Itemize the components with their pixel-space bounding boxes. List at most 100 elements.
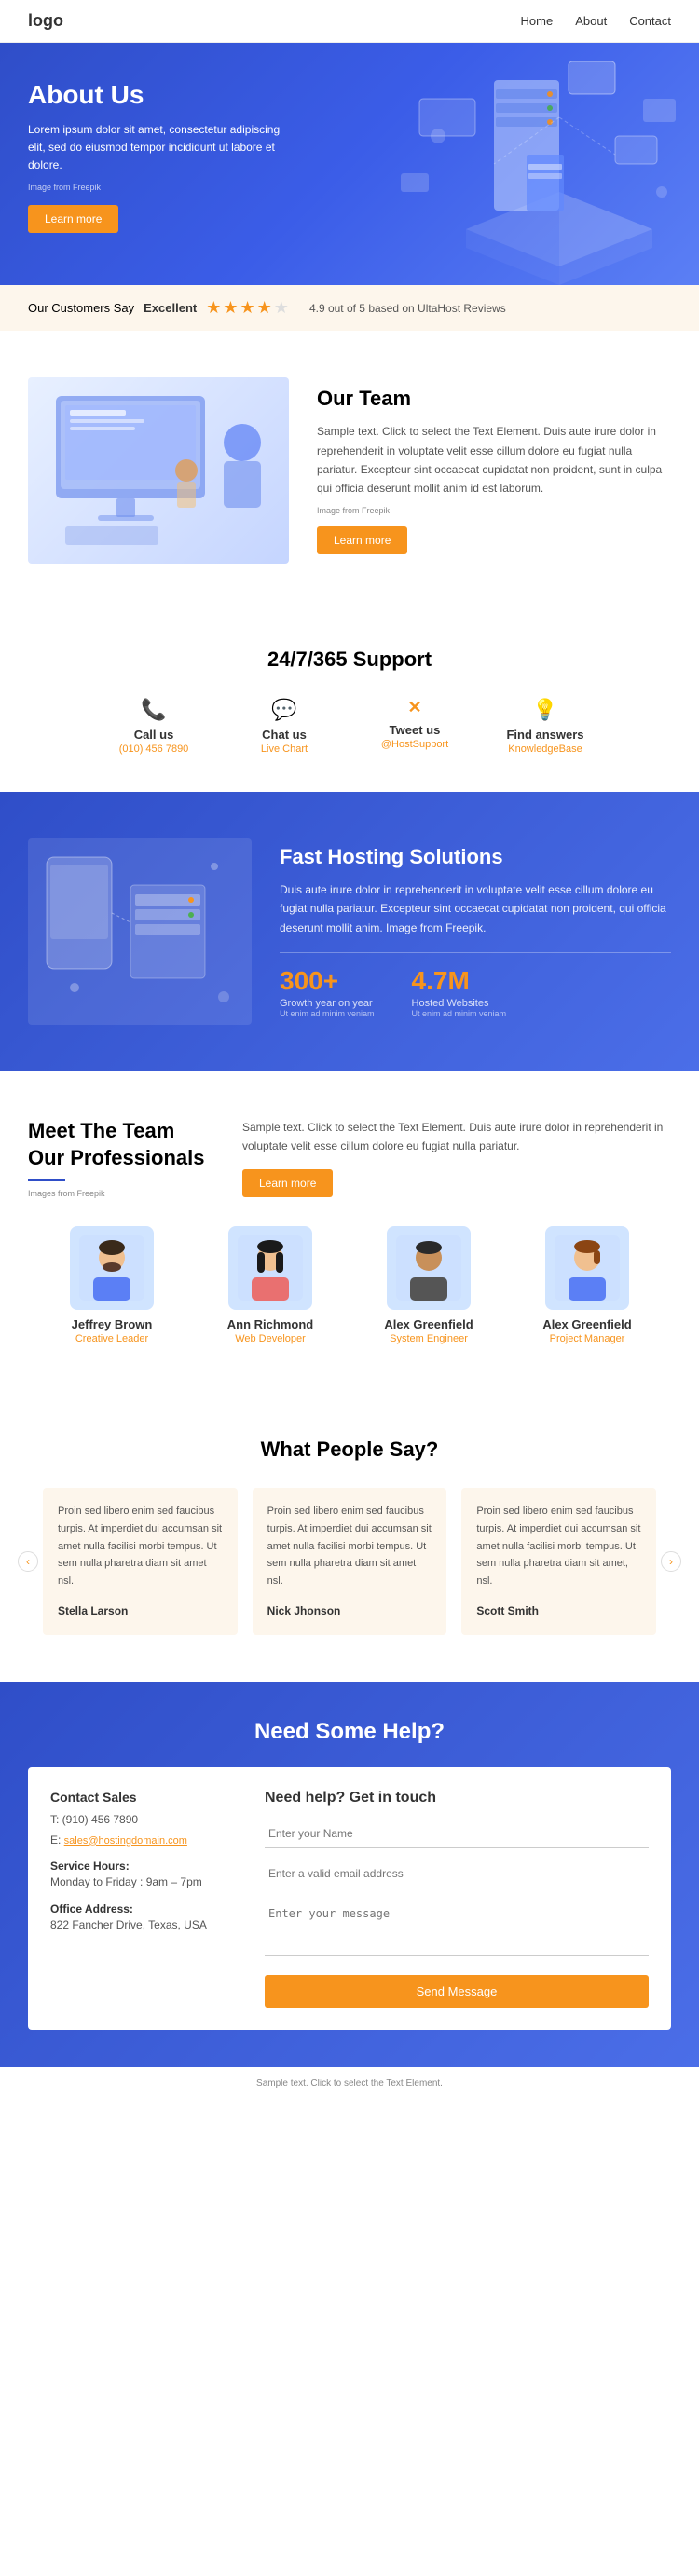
stat-growth-number: 300+ [280, 966, 375, 996]
testimonials-title: What People Say? [28, 1438, 671, 1462]
contact-phone: T: (910) 456 7890 [50, 1810, 237, 1831]
member-3-name: Alex Greenfield [359, 1317, 499, 1331]
team-img-credit: Image from Freepik [317, 506, 671, 515]
testimonial-cards: Proin sed libero enim sed faucibus turpi… [43, 1488, 656, 1635]
member-1-role: Creative Leader [42, 1333, 182, 1344]
contact-send-button[interactable]: Send Message [265, 1975, 649, 2008]
hosting-image [28, 838, 252, 1025]
meet-title: Meet The TeamOur Professionals [28, 1118, 214, 1171]
nav-contact[interactable]: Contact [629, 14, 671, 28]
testimonial-card-3: Proin sed libero enim sed faucibus turpi… [461, 1488, 656, 1635]
meet-team-section: Meet The TeamOur Professionals Images fr… [0, 1071, 699, 1391]
stat-growth-sub: Ut enim ad minim veniam [280, 1009, 375, 1018]
testimonial-card-2: Proin sed libero enim sed faucibus turpi… [253, 1488, 447, 1635]
support-title: 24/7/365 Support [28, 647, 671, 672]
contact-name-input[interactable] [265, 1820, 649, 1848]
member-2-name: Ann Richmond [200, 1317, 340, 1331]
support-find-title: Find answers [499, 728, 592, 742]
support-tweet-title: Tweet us [368, 723, 461, 737]
meet-heading: Meet The TeamOur Professionals Images fr… [28, 1118, 214, 1198]
contact-hours-title: Service Hours: [50, 1860, 237, 1873]
support-call: 📞 Call us (010) 456 7890 [107, 698, 200, 755]
contact-message-input[interactable] [265, 1900, 649, 1956]
stat-hosted: 4.7M Hosted Websites Ut enim ad minim ve… [412, 966, 507, 1018]
contact-form: Need help? Get in touch Send Message [265, 1790, 649, 2008]
contact-inner: Contact Sales T: (910) 456 7890 E: sales… [28, 1767, 671, 2030]
footer-text: Sample text. Click to select the Text El… [28, 2079, 671, 2089]
support-section: 24/7/365 Support 📞 Call us (010) 456 789… [0, 610, 699, 792]
team-learn-more-button[interactable]: Learn more [317, 526, 407, 554]
contact-email: E: sales@hostingdomain.com [50, 1831, 237, 1851]
tweet-icon: ✕ [368, 698, 461, 717]
rating-prefix: Our Customers Say [28, 301, 134, 315]
testimonials-section: What People Say? ‹ Proin sed libero enim… [0, 1391, 699, 1682]
meet-team-top: Meet The TeamOur Professionals Images fr… [28, 1118, 671, 1198]
member-3-avatar [387, 1226, 471, 1310]
testimonial-2-author: Nick Jhonson [267, 1601, 432, 1620]
rating-detail: 4.9 out of 5 based on UltaHost Reviews [309, 302, 506, 315]
member-4-avatar [545, 1226, 629, 1310]
testimonial-card-1: Proin sed libero enim sed faucibus turpi… [43, 1488, 238, 1635]
nav-links: Home About Contact [521, 14, 671, 28]
hero-section: About Us Lorem ipsum dolor sit amet, con… [0, 43, 699, 285]
testimonial-1-text: Proin sed libero enim sed faucibus turpi… [58, 1503, 223, 1589]
member-4-name: Alex Greenfield [517, 1317, 657, 1331]
team-image [28, 377, 289, 564]
find-icon: 💡 [499, 698, 592, 722]
support-find-sub: KnowledgeBase [499, 743, 592, 755]
member-4-role: Project Manager [517, 1333, 657, 1344]
navbar: logo Home About Contact [0, 0, 699, 43]
team-members: Jeffrey Brown Creative Leader Ann Richmo… [28, 1226, 671, 1344]
rating-stars: ★★★★★ [206, 298, 291, 318]
hero-description: Lorem ipsum dolor sit amet, consectetur … [28, 121, 289, 175]
stat-growth-label: Growth year on year [280, 998, 375, 1009]
contact-sales-title: Contact Sales [50, 1790, 237, 1805]
testimonial-2-text: Proin sed libero enim sed faucibus turpi… [267, 1503, 432, 1589]
meet-learn-more-button[interactable]: Learn more [242, 1169, 333, 1197]
nav-home[interactable]: Home [521, 14, 554, 28]
support-call-sub: (010) 456 7890 [107, 743, 200, 755]
support-chat: 💬 Chat us Live Chart [238, 698, 331, 755]
hosting-content: Fast Hosting Solutions Duis aute irure d… [280, 845, 671, 1018]
support-find: 💡 Find answers KnowledgeBase [499, 698, 592, 755]
member-3-role: System Engineer [359, 1333, 499, 1344]
support-tweet: ✕ Tweet us @HostSupport [368, 698, 461, 755]
meet-description: Sample text. Click to select the Text El… [242, 1118, 671, 1198]
testimonial-1-author: Stella Larson [58, 1601, 223, 1620]
testimonial-3-text: Proin sed libero enim sed faucibus turpi… [476, 1503, 641, 1589]
contact-hours: Monday to Friday : 9am – 7pm [50, 1873, 237, 1893]
footer: Sample text. Click to select the Text El… [0, 2067, 699, 2100]
call-icon: 📞 [107, 698, 200, 722]
rating-bar: Our Customers Say Excellent ★★★★★ 4.9 ou… [0, 285, 699, 331]
contact-address-title: Office Address: [50, 1902, 237, 1915]
member-4: Alex Greenfield Project Manager [517, 1226, 657, 1344]
member-1-name: Jeffrey Brown [42, 1317, 182, 1331]
our-team-section: Our Team Sample text. Click to select th… [0, 331, 699, 610]
testimonials-prev-button[interactable]: ‹ [18, 1551, 38, 1572]
hero-text: About Us Lorem ipsum dolor sit amet, con… [28, 80, 289, 233]
member-1: Jeffrey Brown Creative Leader [42, 1226, 182, 1344]
stat-hosted-label: Hosted Websites [412, 998, 507, 1009]
contact-info: Contact Sales T: (910) 456 7890 E: sales… [50, 1790, 237, 2008]
stat-hosted-sub: Ut enim ad minim veniam [412, 1009, 507, 1018]
support-chat-title: Chat us [238, 728, 331, 742]
contact-email-link[interactable]: sales@hostingdomain.com [64, 1835, 187, 1847]
contact-section-title: Need Some Help? [28, 1719, 671, 1745]
nav-about[interactable]: About [575, 14, 607, 28]
rating-excellent: Excellent [144, 301, 197, 315]
testimonials-wrapper: ‹ Proin sed libero enim sed faucibus tur… [28, 1488, 671, 1635]
stat-hosted-number: 4.7M [412, 966, 507, 996]
testimonials-next-button[interactable]: › [661, 1551, 681, 1572]
hosting-stats: 300+ Growth year on year Ut enim ad mini… [280, 952, 671, 1018]
meet-underline [28, 1179, 65, 1181]
member-2: Ann Richmond Web Developer [200, 1226, 340, 1344]
hero-learn-more-button[interactable]: Learn more [28, 205, 118, 233]
chat-icon: 💬 [238, 698, 331, 722]
team-title: Our Team [317, 387, 671, 411]
member-1-avatar [70, 1226, 154, 1310]
hero-title: About Us [28, 80, 289, 110]
contact-email-input[interactable] [265, 1860, 649, 1888]
contact-section: Need Some Help? Contact Sales T: (910) 4… [0, 1682, 699, 2067]
fast-hosting-section: Fast Hosting Solutions Duis aute irure d… [0, 792, 699, 1071]
member-2-role: Web Developer [200, 1333, 340, 1344]
